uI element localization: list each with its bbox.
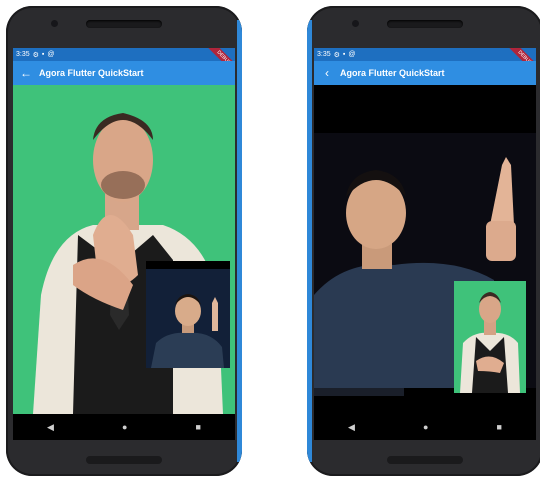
sim-icon: ▪ [41,51,45,58]
android-nav-bar: ◀ ● ■ [13,414,235,440]
app-title: Agora Flutter QuickStart [340,68,445,78]
app-bar: ← Agora Flutter QuickStart [13,61,235,85]
app-bar: ‹ Agora Flutter QuickStart [314,61,536,85]
sim-icon: ▪ [342,51,346,58]
local-video-pip [146,261,230,368]
front-camera [51,20,58,27]
local-video-pip [454,281,526,393]
back-arrow-icon[interactable]: ‹ [314,66,340,80]
phone-screen: 3:35 ⚙ ▪ @ ▾ ▮ DEBUG ← Agora Flutter Qui… [13,48,235,440]
front-camera [352,20,359,27]
earpiece-speaker [86,20,162,28]
bottom-speaker [86,456,162,464]
android-nav-bar: ◀ ● ■ [314,414,536,440]
back-arrow-icon[interactable]: ← [13,66,39,80]
nav-back-icon[interactable]: ◀ [47,422,54,433]
at-icon: @ [348,51,356,58]
nav-home-icon[interactable]: ● [423,422,428,432]
status-time: 3:35 [317,51,331,58]
phone-edge [307,20,312,462]
nav-back-icon[interactable]: ◀ [348,422,355,433]
nav-home-icon[interactable]: ● [122,422,127,432]
bottom-speaker [387,456,463,464]
phone-screen: 3:35 ⚙ ▪ @ ▾ ▮ DEBUG ‹ Agora Flutter Qui… [314,48,536,440]
settings-icon: ⚙ [333,51,340,59]
nav-recent-icon[interactable]: ■ [497,422,502,432]
remote-video [314,85,536,414]
app-title: Agora Flutter QuickStart [39,68,144,78]
local-video-feed [454,281,526,393]
status-bar: 3:35 ⚙ ▪ @ ▾ ▮ [314,48,536,61]
status-time: 3:35 [16,51,30,58]
nav-recent-icon[interactable]: ■ [196,422,201,432]
earpiece-speaker [387,20,463,28]
local-video-feed [146,261,230,368]
phone-left: 3:35 ⚙ ▪ @ ▾ ▮ DEBUG ← Agora Flutter Qui… [6,6,242,476]
at-icon: @ [47,51,55,58]
settings-icon: ⚙ [32,51,39,59]
status-bar: 3:35 ⚙ ▪ @ ▾ ▮ [13,48,235,61]
phone-edge [237,20,242,462]
remote-video [13,85,235,414]
phone-right: 3:35 ⚙ ▪ @ ▾ ▮ DEBUG ‹ Agora Flutter Qui… [307,6,540,476]
